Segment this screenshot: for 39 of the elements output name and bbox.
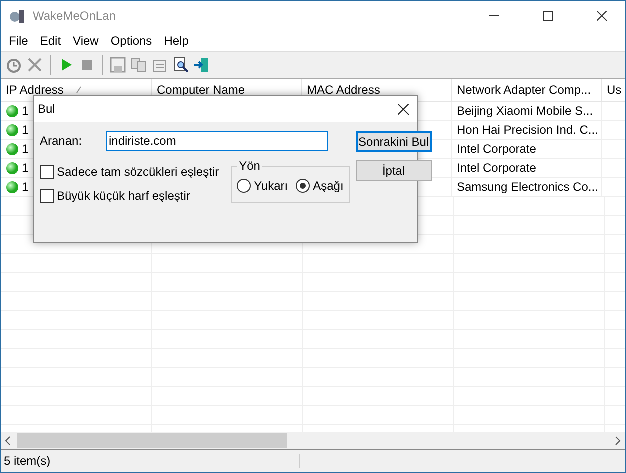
exit-door-icon[interactable] [193,56,211,74]
alarm-clock-icon[interactable] [5,56,23,74]
search-field[interactable]: indiriste.com [106,131,328,151]
table-cell: Intel Corporate [452,140,602,159]
status-text: 5 item(s) [1,454,300,468]
table-cell: Beijing Xiaomi Mobile S... [452,102,602,121]
radio-button[interactable] [296,179,310,193]
menu-item[interactable]: View [67,34,105,48]
menu-item[interactable]: Options [104,34,158,48]
search-icon[interactable] [172,56,190,74]
close-icon[interactable] [398,104,409,114]
table-cell: Samsung Electronics Co... [452,178,602,197]
checkbox[interactable] [40,189,54,203]
menu-item[interactable]: Help [158,34,195,48]
group-title: Yön [238,159,262,173]
column-header[interactable]: Network Adapter Comp... [452,79,602,102]
close-icon[interactable] [597,10,607,20]
dialog-title: Bul [38,102,56,116]
app-icon [9,8,25,24]
window-title: WakeMeOnLan [33,8,117,22]
table-cell: Hon Hai Precision Ind. C... [452,121,602,140]
find-next-button[interactable]: Sonrakini Bul [356,131,432,152]
cancel-button[interactable]: İptal [356,160,432,181]
radio-label: Yukarı [254,179,288,193]
status-dot-icon [6,104,19,118]
status-dot-icon [6,124,19,136]
checkbox[interactable] [40,165,54,179]
maximize-icon[interactable] [543,10,553,20]
horizontal-scrollbar[interactable] [1,432,625,449]
status-dot-icon [6,162,19,174]
table-cell: Intel Corporate [452,159,602,178]
status-dot-icon [6,142,19,156]
menu-item[interactable]: Edit [34,34,68,48]
scrollbar-thumb[interactable] [17,433,287,448]
menu-item[interactable]: File [3,34,34,48]
status-dot-icon [6,180,19,194]
radio-button[interactable] [237,179,252,193]
radio-label: Aşağı [313,179,344,193]
column-header[interactable]: Us [602,79,625,102]
